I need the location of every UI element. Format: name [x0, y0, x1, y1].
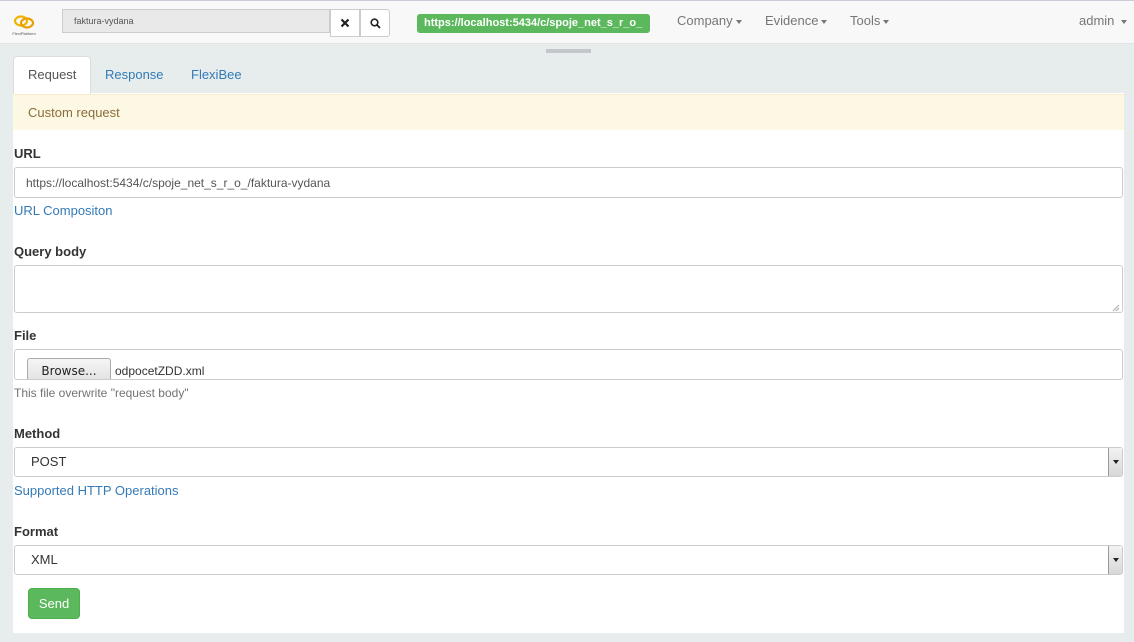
query-body-label: Query body: [14, 244, 87, 259]
format-value: XML: [31, 552, 58, 567]
menu-company[interactable]: Company: [677, 13, 742, 28]
search-icon: [369, 17, 381, 29]
tab-request[interactable]: Request: [13, 56, 92, 94]
search-input[interactable]: [62, 9, 330, 33]
tab-flexibee[interactable]: FlexiBee: [177, 56, 256, 94]
splitter-handle[interactable]: [546, 49, 591, 53]
user-name: admin: [1079, 13, 1115, 28]
caret-down-icon: [735, 19, 742, 24]
menu-evidence[interactable]: Evidence: [765, 13, 828, 28]
format-select[interactable]: XML: [14, 545, 1123, 575]
menu-user[interactable]: admin: [1079, 13, 1128, 28]
method-label: Method: [14, 426, 61, 441]
brand-logo[interactable]: FlexiPlatform: [12, 13, 36, 39]
tab-response[interactable]: Response: [91, 56, 178, 94]
send-button[interactable]: Send: [28, 588, 80, 619]
menu-tools-label: Tools: [850, 13, 881, 28]
flexiplatform-logo-icon: [14, 15, 34, 29]
caret-down-icon: [821, 19, 828, 24]
file-label: File: [14, 328, 37, 343]
method-value: POST: [31, 454, 67, 469]
menu-company-label: Company: [677, 13, 733, 28]
caret-down-icon: [883, 19, 890, 24]
method-select[interactable]: POST: [14, 447, 1123, 477]
custom-request-alert: Custom request: [13, 94, 1124, 130]
close-icon: [340, 18, 350, 28]
url-field[interactable]: [14, 167, 1123, 198]
query-body-field[interactable]: [14, 265, 1123, 313]
supported-http-operations-link[interactable]: Supported HTTP Operations: [14, 483, 179, 498]
top-navbar: FlexiPlatform https://localhost:5434/c/s…: [0, 0, 1134, 44]
file-help-text: This file overwrite "request body": [14, 386, 189, 400]
clear-search-button[interactable]: [330, 9, 360, 37]
caret-down-icon: [1121, 19, 1128, 24]
menu-evidence-label: Evidence: [765, 13, 819, 28]
resize-grip-icon[interactable]: [1110, 302, 1120, 312]
url-label: URL: [14, 146, 41, 161]
url-composition-link[interactable]: URL Compositon: [14, 203, 113, 218]
search-button[interactable]: [360, 9, 390, 37]
select-arrow-icon[interactable]: [1108, 448, 1122, 476]
server-url-badge[interactable]: https://localhost:5434/c/spoje_net_s_r_o…: [417, 14, 650, 33]
logo-text: FlexiPlatform: [12, 31, 36, 36]
select-arrow-icon[interactable]: [1108, 546, 1122, 574]
browse-button[interactable]: Browse...: [27, 358, 111, 379]
file-input[interactable]: Browse... odpocetZDD.xml: [14, 349, 1123, 380]
file-name: odpocetZDD.xml: [115, 364, 205, 378]
menu-tools[interactable]: Tools: [850, 13, 890, 28]
format-label: Format: [14, 524, 59, 539]
